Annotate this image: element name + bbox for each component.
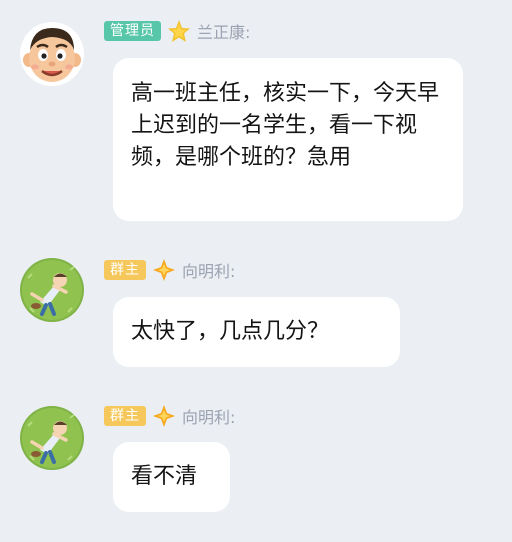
- message-meta-2: 群主 向明利:: [104, 258, 235, 282]
- avatar-1[interactable]: [20, 22, 84, 86]
- message-bubble-2[interactable]: 太快了，几点几分？: [113, 297, 400, 367]
- message-bubble-1[interactable]: 高一班主任，核实一下，今天早上迟到的一名学生，看一下视频，是哪个班的？急用: [113, 58, 463, 221]
- sender-name-1[interactable]: 兰正康:: [197, 19, 250, 43]
- diamond-star-icon: [153, 259, 175, 281]
- message-text-1: 高一班主任，核实一下，今天早上迟到的一名学生，看一下视频，是哪个班的？急用: [131, 81, 440, 170]
- owner-badge: 群主: [104, 406, 146, 426]
- message-meta-1: 管理员 兰正康:: [104, 19, 250, 43]
- sender-name-2[interactable]: 向明利:: [182, 258, 235, 282]
- admin-badge: 管理员: [104, 21, 161, 41]
- cartoon-boy-avatar-icon: [20, 22, 84, 86]
- message-text-2: 太快了，几点几分？: [131, 319, 330, 344]
- sender-name-3[interactable]: 向明利:: [182, 404, 235, 428]
- owner-badge: 群主: [104, 260, 146, 280]
- message-text-3: 看不清: [131, 464, 198, 489]
- sleeping-figure-on-grass-avatar-icon: [20, 406, 84, 470]
- avatar-2[interactable]: [20, 258, 84, 322]
- avatar-3[interactable]: [20, 406, 84, 470]
- sleeping-figure-on-grass-avatar-icon: [20, 258, 84, 322]
- message-bubble-3[interactable]: 看不清: [113, 442, 230, 512]
- message-meta-3: 群主 向明利:: [104, 404, 235, 428]
- diamond-star-icon: [153, 405, 175, 427]
- star-icon: [168, 20, 190, 42]
